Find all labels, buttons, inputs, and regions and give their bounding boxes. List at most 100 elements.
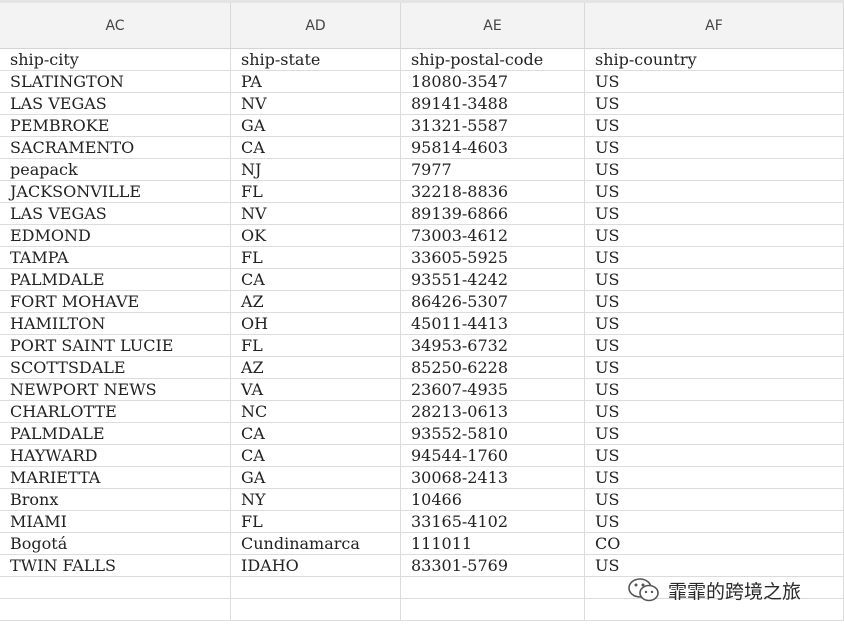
- cell[interactable]: FL: [231, 247, 401, 269]
- cell[interactable]: 83301-5769: [401, 555, 585, 577]
- cell[interactable]: EDMOND: [0, 225, 231, 247]
- cell[interactable]: AZ: [231, 291, 401, 313]
- cell[interactable]: [231, 599, 401, 621]
- cell[interactable]: 85250-6228: [401, 357, 585, 379]
- cell[interactable]: TAMPA: [0, 247, 231, 269]
- cell[interactable]: 95814-4603: [401, 137, 585, 159]
- cell[interactable]: US: [585, 445, 844, 467]
- cell[interactable]: Bogotá: [0, 533, 231, 555]
- cell[interactable]: 18080-3547: [401, 71, 585, 93]
- cell[interactable]: MIAMI: [0, 511, 231, 533]
- cell[interactable]: FL: [231, 511, 401, 533]
- cell[interactable]: TWIN FALLS: [0, 555, 231, 577]
- cell[interactable]: VA: [231, 379, 401, 401]
- cell[interactable]: NY: [231, 489, 401, 511]
- cell[interactable]: US: [585, 247, 844, 269]
- cell[interactable]: US: [585, 401, 844, 423]
- cell[interactable]: 23607-4935: [401, 379, 585, 401]
- cell[interactable]: 7977: [401, 159, 585, 181]
- cell[interactable]: Cundinamarca: [231, 533, 401, 555]
- cell[interactable]: ship-state: [231, 49, 401, 71]
- cell[interactable]: 89141-3488: [401, 93, 585, 115]
- cell[interactable]: SLATINGTON: [0, 71, 231, 93]
- column-header-ad[interactable]: AD: [231, 3, 401, 49]
- cell[interactable]: CO: [585, 533, 844, 555]
- cell[interactable]: GA: [231, 467, 401, 489]
- cell[interactable]: ship-country: [585, 49, 844, 71]
- cell[interactable]: 94544-1760: [401, 445, 585, 467]
- cell[interactable]: 86426-5307: [401, 291, 585, 313]
- cell[interactable]: US: [585, 291, 844, 313]
- cell[interactable]: 10466: [401, 489, 585, 511]
- cell[interactable]: [0, 599, 231, 621]
- cell[interactable]: US: [585, 511, 844, 533]
- cell[interactable]: 45011-4413: [401, 313, 585, 335]
- cell[interactable]: MARIETTA: [0, 467, 231, 489]
- cell[interactable]: NC: [231, 401, 401, 423]
- cell[interactable]: US: [585, 423, 844, 445]
- cell[interactable]: CA: [231, 137, 401, 159]
- cell[interactable]: NV: [231, 203, 401, 225]
- cell[interactable]: 31321-5587: [401, 115, 585, 137]
- cell[interactable]: CA: [231, 269, 401, 291]
- cell[interactable]: ship-postal-code: [401, 49, 585, 71]
- cell[interactable]: PORT SAINT LUCIE: [0, 335, 231, 357]
- cell[interactable]: 73003-4612: [401, 225, 585, 247]
- cell[interactable]: 34953-6732: [401, 335, 585, 357]
- cell[interactable]: FL: [231, 335, 401, 357]
- cell[interactable]: ship-city: [0, 49, 231, 71]
- cell[interactable]: SACRAMENTO: [0, 137, 231, 159]
- cell[interactable]: 33165-4102: [401, 511, 585, 533]
- cell[interactable]: [0, 577, 231, 599]
- cell[interactable]: NJ: [231, 159, 401, 181]
- cell[interactable]: US: [585, 225, 844, 247]
- cell[interactable]: PEMBROKE: [0, 115, 231, 137]
- cell[interactable]: CHARLOTTE: [0, 401, 231, 423]
- cell[interactable]: OK: [231, 225, 401, 247]
- cell[interactable]: [401, 577, 585, 599]
- cell[interactable]: NV: [231, 93, 401, 115]
- cell[interactable]: FL: [231, 181, 401, 203]
- cell[interactable]: 93552-5810: [401, 423, 585, 445]
- cell[interactable]: 28213-0613: [401, 401, 585, 423]
- cell[interactable]: CA: [231, 445, 401, 467]
- cell[interactable]: IDAHO: [231, 555, 401, 577]
- cell[interactable]: US: [585, 467, 844, 489]
- column-header-ac[interactable]: AC: [0, 3, 231, 49]
- cell[interactable]: US: [585, 379, 844, 401]
- cell[interactable]: US: [585, 93, 844, 115]
- cell[interactable]: [231, 577, 401, 599]
- cell[interactable]: HAMILTON: [0, 313, 231, 335]
- cell[interactable]: HAYWARD: [0, 445, 231, 467]
- cell[interactable]: FORT MOHAVE: [0, 291, 231, 313]
- cell[interactable]: GA: [231, 115, 401, 137]
- cell[interactable]: peapack: [0, 159, 231, 181]
- cell[interactable]: [401, 599, 585, 621]
- cell[interactable]: PALMDALE: [0, 423, 231, 445]
- column-header-af[interactable]: AF: [585, 3, 844, 49]
- cell[interactable]: US: [585, 313, 844, 335]
- cell[interactable]: US: [585, 203, 844, 225]
- cell[interactable]: 30068-2413: [401, 467, 585, 489]
- cell[interactable]: US: [585, 137, 844, 159]
- cell[interactable]: Bronx: [0, 489, 231, 511]
- cell[interactable]: LAS VEGAS: [0, 203, 231, 225]
- cell[interactable]: 111011: [401, 533, 585, 555]
- cell[interactable]: US: [585, 115, 844, 137]
- cell[interactable]: US: [585, 181, 844, 203]
- cell[interactable]: US: [585, 269, 844, 291]
- cell[interactable]: AZ: [231, 357, 401, 379]
- cell[interactable]: 32218-8836: [401, 181, 585, 203]
- cell[interactable]: 33605-5925: [401, 247, 585, 269]
- cell[interactable]: SCOTTSDALE: [0, 357, 231, 379]
- column-header-ae[interactable]: AE: [401, 3, 585, 49]
- cell[interactable]: OH: [231, 313, 401, 335]
- cell[interactable]: US: [585, 357, 844, 379]
- cell[interactable]: US: [585, 489, 844, 511]
- cell[interactable]: 93551-4242: [401, 269, 585, 291]
- cell[interactable]: 89139-6866: [401, 203, 585, 225]
- cell[interactable]: CA: [231, 423, 401, 445]
- cell[interactable]: US: [585, 159, 844, 181]
- cell[interactable]: LAS VEGAS: [0, 93, 231, 115]
- cell[interactable]: JACKSONVILLE: [0, 181, 231, 203]
